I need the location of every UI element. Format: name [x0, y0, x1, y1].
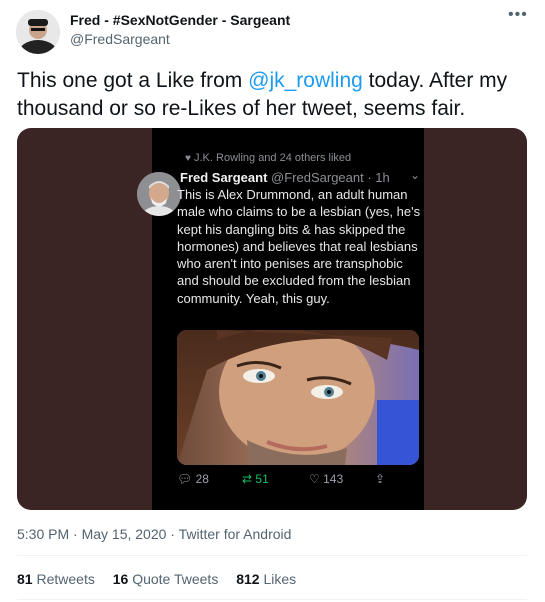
embedded-likes: ♡ 143 [309, 472, 343, 486]
author-avatar[interactable] [16, 10, 60, 54]
heart-icon: ♥ [185, 153, 191, 164]
embedded-tweet-text: This is Alex Drummond, an adult human ma… [177, 187, 421, 306]
engagement-stats: 81 Retweets 16 Quote Tweets 812 Likes [17, 571, 310, 587]
tweet-timestamp[interactable]: 5:30 PM · May 15, 2020 · Twitter for And… [17, 526, 291, 542]
heart-icon: ♡ [309, 472, 320, 486]
divider [17, 599, 527, 600]
embedded-photo [177, 330, 419, 465]
embedded-retweets: ⇄ 51 [242, 472, 269, 486]
retweet-icon: ⇄ [242, 472, 253, 486]
likes-count: 812 [236, 571, 260, 587]
author-name[interactable]: Fred - #SexNotGender - Sargeant [70, 12, 290, 28]
likes-stat[interactable]: 812 Likes [236, 571, 296, 587]
mention-link[interactable]: @jk_rowling [248, 69, 363, 92]
liked-by-text: J.K. Rowling and 24 others liked [194, 152, 352, 164]
quote-tweets-label: Quote Tweets [132, 571, 219, 587]
share-icon: ⇪ [375, 472, 386, 486]
embedded-replies: 💬︎ 28 [177, 472, 209, 486]
retweets-count: 81 [17, 571, 33, 587]
likes-label: Likes [263, 571, 297, 587]
reply-icon: 💬︎ [177, 472, 193, 486]
author-handle[interactable]: @FredSargeant [70, 31, 170, 47]
embedded-retweets-count: 51 [255, 472, 269, 486]
embedded-action-bar: 💬︎ 28 ⇄ 51 ♡ 143 ⇪ [177, 472, 417, 492]
more-icon[interactable]: ••• [508, 6, 528, 24]
embedded-likes-count: 143 [323, 472, 344, 486]
quote-tweets-stat[interactable]: 16 Quote Tweets [113, 571, 219, 587]
retweets-label: Retweets [36, 571, 95, 587]
embedded-replies-count: 28 [195, 472, 209, 486]
divider [17, 555, 527, 556]
embedded-handle-time: @FredSargeant · 1h [271, 170, 390, 185]
embedded-name: Fred Sargeant [180, 170, 268, 185]
retweets-stat[interactable]: 81 Retweets [17, 571, 95, 587]
quote-tweets-count: 16 [112, 571, 129, 587]
chevron-down-icon: ⌄ [410, 168, 421, 182]
tweet-text: This one got a Like from @jk_rowling tod… [17, 67, 532, 123]
tweet-media[interactable]: ♥ J.K. Rowling and 24 others liked Fred … [17, 128, 527, 510]
embedded-author: Fred Sargeant @FredSargeant · 1h [180, 170, 390, 185]
liked-by-line: ♥ J.K. Rowling and 24 others liked [185, 152, 351, 164]
tweet-text-start: This one got a Like from [17, 69, 249, 92]
embedded-avatar [137, 172, 181, 216]
